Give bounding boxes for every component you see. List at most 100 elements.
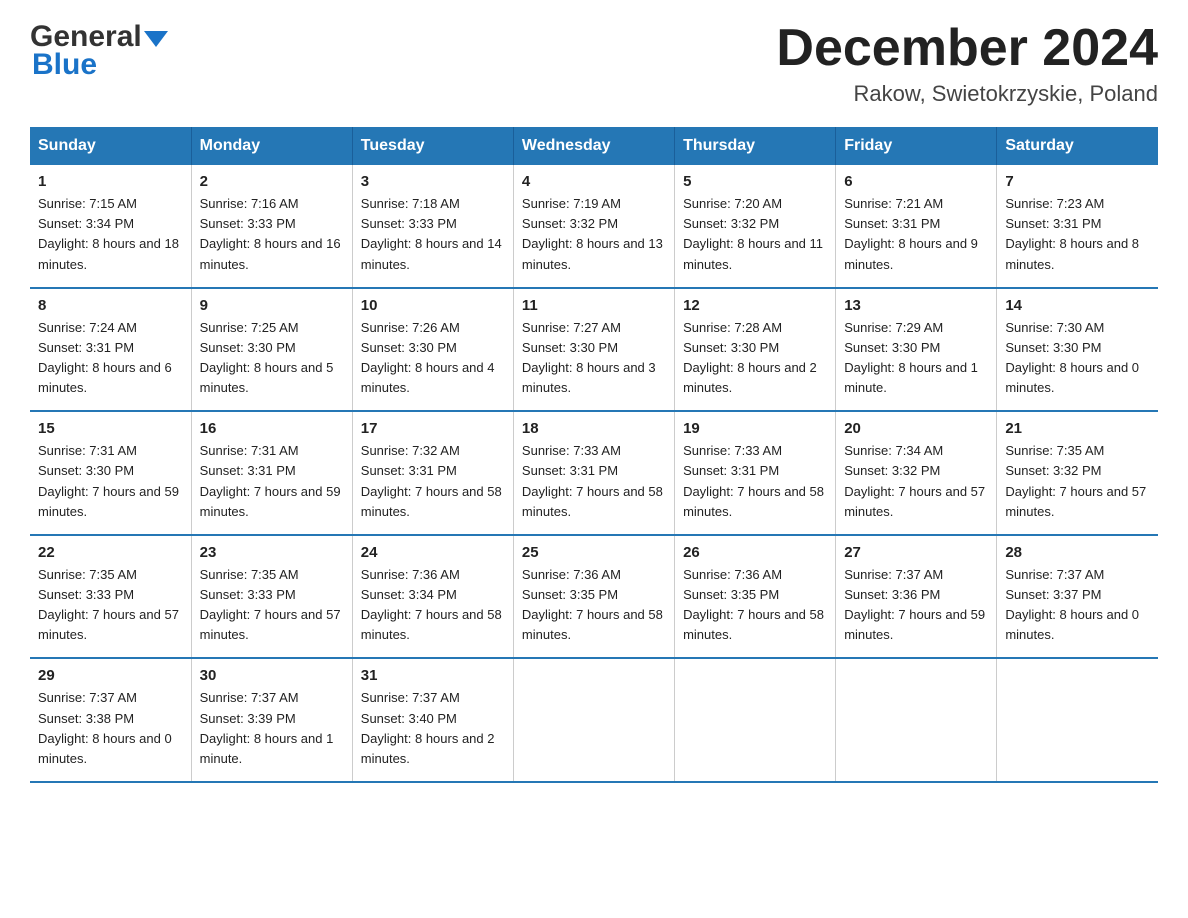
location-text: Rakow, Swietokrzyskie, Poland bbox=[776, 81, 1158, 107]
day-number: 2 bbox=[200, 173, 344, 190]
table-row bbox=[675, 658, 836, 782]
day-info: Sunrise: 7:20 AMSunset: 3:32 PMDaylight:… bbox=[683, 194, 827, 275]
calendar-week-row: 22 Sunrise: 7:35 AMSunset: 3:33 PMDayligh… bbox=[30, 535, 1158, 659]
table-row: 2 Sunrise: 7:16 AMSunset: 3:33 PMDaylight… bbox=[191, 165, 352, 288]
day-info: Sunrise: 7:26 AMSunset: 3:30 PMDaylight:… bbox=[361, 318, 505, 399]
day-number: 3 bbox=[361, 173, 505, 190]
header: General Blue December 2024 Rakow, Swieto… bbox=[30, 20, 1158, 107]
col-friday: Friday bbox=[836, 127, 997, 165]
day-info: Sunrise: 7:37 AMSunset: 3:38 PMDaylight:… bbox=[38, 688, 183, 769]
day-number: 26 bbox=[683, 544, 827, 561]
calendar-table: Sunday Monday Tuesday Wednesday Thursday… bbox=[30, 127, 1158, 783]
day-info: Sunrise: 7:35 AMSunset: 3:32 PMDaylight:… bbox=[1005, 441, 1150, 522]
table-row: 13 Sunrise: 7:29 AMSunset: 3:30 PMDayligh… bbox=[836, 288, 997, 412]
col-sunday: Sunday bbox=[30, 127, 191, 165]
table-row: 15Sunrise: 7:31 AMSunset: 3:30 PMDayligh… bbox=[30, 411, 191, 535]
table-row: 19Sunrise: 7:33 AMSunset: 3:31 PMDayligh… bbox=[675, 411, 836, 535]
table-row: 14 Sunrise: 7:30 AMSunset: 3:30 PMDayligh… bbox=[997, 288, 1158, 412]
day-number: 15 bbox=[38, 420, 183, 437]
table-row: 30 Sunrise: 7:37 AMSunset: 3:39 PMDayligh… bbox=[191, 658, 352, 782]
month-year-title: December 2024 bbox=[776, 20, 1158, 77]
day-number: 30 bbox=[200, 667, 344, 684]
table-row: 17 Sunrise: 7:32 AMSunset: 3:31 PMDayligh… bbox=[352, 411, 513, 535]
day-number: 25 bbox=[522, 544, 666, 561]
day-info: Sunrise: 7:19 AMSunset: 3:32 PMDaylight:… bbox=[522, 194, 666, 275]
table-row: 24Sunrise: 7:36 AMSunset: 3:34 PMDayligh… bbox=[352, 535, 513, 659]
day-info: Sunrise: 7:37 AMSunset: 3:36 PMDaylight:… bbox=[844, 565, 988, 646]
table-row: 10 Sunrise: 7:26 AMSunset: 3:30 PMDayligh… bbox=[352, 288, 513, 412]
day-number: 17 bbox=[361, 420, 505, 437]
table-row: 6 Sunrise: 7:21 AMSunset: 3:31 PMDaylight… bbox=[836, 165, 997, 288]
day-info: Sunrise: 7:33 AMSunset: 3:31 PMDaylight:… bbox=[683, 441, 827, 522]
table-row: 18 Sunrise: 7:33 AMSunset: 3:31 PMDayligh… bbox=[513, 411, 674, 535]
col-monday: Monday bbox=[191, 127, 352, 165]
table-row: 23Sunrise: 7:35 AMSunset: 3:33 PMDayligh… bbox=[191, 535, 352, 659]
day-number: 7 bbox=[1005, 173, 1150, 190]
day-info: Sunrise: 7:33 AMSunset: 3:31 PMDaylight:… bbox=[522, 441, 666, 522]
table-row: 11Sunrise: 7:27 AMSunset: 3:30 PMDayligh… bbox=[513, 288, 674, 412]
table-row bbox=[836, 658, 997, 782]
table-row: 4Sunrise: 7:19 AMSunset: 3:32 PMDaylight… bbox=[513, 165, 674, 288]
day-info: Sunrise: 7:18 AMSunset: 3:33 PMDaylight:… bbox=[361, 194, 505, 275]
col-thursday: Thursday bbox=[675, 127, 836, 165]
table-row: 12 Sunrise: 7:28 AMSunset: 3:30 PMDayligh… bbox=[675, 288, 836, 412]
table-row: 1Sunrise: 7:15 AMSunset: 3:34 PMDaylight… bbox=[30, 165, 191, 288]
day-info: Sunrise: 7:30 AMSunset: 3:30 PMDaylight:… bbox=[1005, 318, 1150, 399]
table-row: 28 Sunrise: 7:37 AMSunset: 3:37 PMDayligh… bbox=[997, 535, 1158, 659]
calendar-week-row: 15Sunrise: 7:31 AMSunset: 3:30 PMDayligh… bbox=[30, 411, 1158, 535]
table-row: 27 Sunrise: 7:37 AMSunset: 3:36 PMDayligh… bbox=[836, 535, 997, 659]
day-info: Sunrise: 7:36 AMSunset: 3:34 PMDaylight:… bbox=[361, 565, 505, 646]
day-info: Sunrise: 7:37 AMSunset: 3:39 PMDaylight:… bbox=[200, 688, 344, 769]
day-number: 20 bbox=[844, 420, 988, 437]
day-info: Sunrise: 7:36 AMSunset: 3:35 PMDaylight:… bbox=[683, 565, 827, 646]
day-number: 10 bbox=[361, 297, 505, 314]
day-info: Sunrise: 7:29 AMSunset: 3:30 PMDaylight:… bbox=[844, 318, 988, 399]
calendar-week-row: 1Sunrise: 7:15 AMSunset: 3:34 PMDaylight… bbox=[30, 165, 1158, 288]
title-area: December 2024 Rakow, Swietokrzyskie, Pol… bbox=[776, 20, 1158, 107]
table-row: 29 Sunrise: 7:37 AMSunset: 3:38 PMDayligh… bbox=[30, 658, 191, 782]
table-row: 25 Sunrise: 7:36 AMSunset: 3:35 PMDayligh… bbox=[513, 535, 674, 659]
day-number: 14 bbox=[1005, 297, 1150, 314]
day-number: 27 bbox=[844, 544, 988, 561]
day-info: Sunrise: 7:36 AMSunset: 3:35 PMDaylight:… bbox=[522, 565, 666, 646]
day-number: 22 bbox=[38, 544, 183, 561]
col-tuesday: Tuesday bbox=[352, 127, 513, 165]
day-info: Sunrise: 7:16 AMSunset: 3:33 PMDaylight:… bbox=[200, 194, 344, 275]
day-info: Sunrise: 7:31 AMSunset: 3:31 PMDaylight:… bbox=[200, 441, 344, 522]
logo: General Blue bbox=[30, 20, 168, 82]
day-number: 21 bbox=[1005, 420, 1150, 437]
day-info: Sunrise: 7:35 AMSunset: 3:33 PMDaylight:… bbox=[200, 565, 344, 646]
day-number: 8 bbox=[38, 297, 183, 314]
col-wednesday: Wednesday bbox=[513, 127, 674, 165]
table-row: 8 Sunrise: 7:24 AMSunset: 3:31 PMDaylight… bbox=[30, 288, 191, 412]
table-row: 21 Sunrise: 7:35 AMSunset: 3:32 PMDayligh… bbox=[997, 411, 1158, 535]
col-saturday: Saturday bbox=[997, 127, 1158, 165]
table-row bbox=[513, 658, 674, 782]
day-number: 18 bbox=[522, 420, 666, 437]
day-info: Sunrise: 7:24 AMSunset: 3:31 PMDaylight:… bbox=[38, 318, 183, 399]
day-info: Sunrise: 7:21 AMSunset: 3:31 PMDaylight:… bbox=[844, 194, 988, 275]
day-number: 29 bbox=[38, 667, 183, 684]
calendar-header-row: Sunday Monday Tuesday Wednesday Thursday… bbox=[30, 127, 1158, 165]
table-row: 26 Sunrise: 7:36 AMSunset: 3:35 PMDayligh… bbox=[675, 535, 836, 659]
day-number: 1 bbox=[38, 173, 183, 190]
table-row: 22 Sunrise: 7:35 AMSunset: 3:33 PMDayligh… bbox=[30, 535, 191, 659]
day-info: Sunrise: 7:32 AMSunset: 3:31 PMDaylight:… bbox=[361, 441, 505, 522]
day-number: 6 bbox=[844, 173, 988, 190]
calendar-week-row: 29 Sunrise: 7:37 AMSunset: 3:38 PMDayligh… bbox=[30, 658, 1158, 782]
table-row bbox=[997, 658, 1158, 782]
day-number: 31 bbox=[361, 667, 505, 684]
table-row: 20Sunrise: 7:34 AMSunset: 3:32 PMDayligh… bbox=[836, 411, 997, 535]
day-info: Sunrise: 7:28 AMSunset: 3:30 PMDaylight:… bbox=[683, 318, 827, 399]
day-info: Sunrise: 7:35 AMSunset: 3:33 PMDaylight:… bbox=[38, 565, 183, 646]
day-info: Sunrise: 7:37 AMSunset: 3:37 PMDaylight:… bbox=[1005, 565, 1150, 646]
day-number: 9 bbox=[200, 297, 344, 314]
logo-blue-text: Blue bbox=[30, 48, 168, 82]
day-number: 13 bbox=[844, 297, 988, 314]
day-info: Sunrise: 7:27 AMSunset: 3:30 PMDaylight:… bbox=[522, 318, 666, 399]
table-row: 3 Sunrise: 7:18 AMSunset: 3:33 PMDaylight… bbox=[352, 165, 513, 288]
day-info: Sunrise: 7:25 AMSunset: 3:30 PMDaylight:… bbox=[200, 318, 344, 399]
day-number: 28 bbox=[1005, 544, 1150, 561]
logo-arrow-icon bbox=[144, 31, 168, 47]
day-number: 12 bbox=[683, 297, 827, 314]
